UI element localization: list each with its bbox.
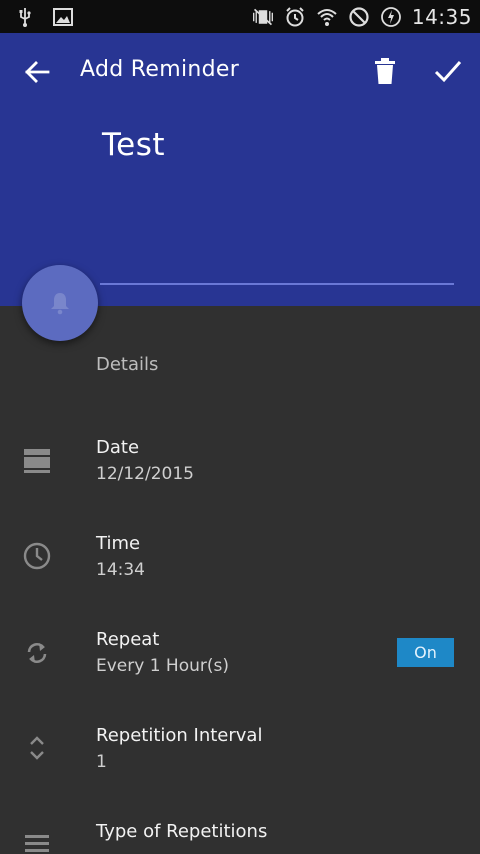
unfold-icon <box>30 736 44 760</box>
time-title: Time <box>96 533 141 554</box>
toolbar: Add Reminder <box>0 33 480 109</box>
type-of-repetitions-title: Type of Repetitions <box>96 821 268 842</box>
usb-icon <box>19 8 31 27</box>
fab-bell-button[interactable] <box>22 265 98 341</box>
reminder-title-input[interactable]: Test <box>102 127 165 163</box>
date-title: Date <box>96 437 140 458</box>
bell-icon <box>51 293 69 315</box>
toolbar-title: Add Reminder <box>80 57 240 82</box>
type-of-repetitions-row[interactable]: Type of Repetitions <box>0 809 480 854</box>
alarm-icon <box>286 7 304 27</box>
details-section-label: Details <box>96 354 159 375</box>
repetition-interval-value: 1 <box>96 752 107 772</box>
calendar-icon <box>24 449 50 473</box>
wifi-icon <box>317 9 337 26</box>
title-underline <box>100 283 454 285</box>
delete-icon[interactable] <box>372 57 398 85</box>
repeat-value: Every 1 Hour(s) <box>96 656 230 676</box>
time-value: 14:34 <box>96 560 145 580</box>
clock-icon <box>23 542 51 570</box>
repetition-interval-row[interactable]: Repetition Interval 1 <box>0 713 480 803</box>
repeat-title: Repeat <box>96 629 160 650</box>
do-not-disturb-icon <box>349 7 369 27</box>
image-icon <box>53 8 73 26</box>
header: Add Reminder Test <box>0 33 480 306</box>
date-value: 12/12/2015 <box>96 464 194 484</box>
repetition-interval-title: Repetition Interval <box>96 725 263 746</box>
status-bar: 14:35 <box>0 0 480 33</box>
list-icon <box>25 835 49 852</box>
repeat-icon <box>27 643 47 663</box>
vibrate-mute-icon <box>252 8 273 26</box>
back-arrow-icon[interactable] <box>22 57 52 87</box>
time-row[interactable]: Time 14:34 <box>0 521 480 611</box>
date-row[interactable]: Date 12/12/2015 <box>0 425 480 515</box>
repeat-toggle[interactable]: On <box>397 638 454 667</box>
check-icon[interactable] <box>433 57 463 85</box>
battery-charging-icon <box>380 7 401 27</box>
status-time: 14:35 <box>411 5 472 29</box>
